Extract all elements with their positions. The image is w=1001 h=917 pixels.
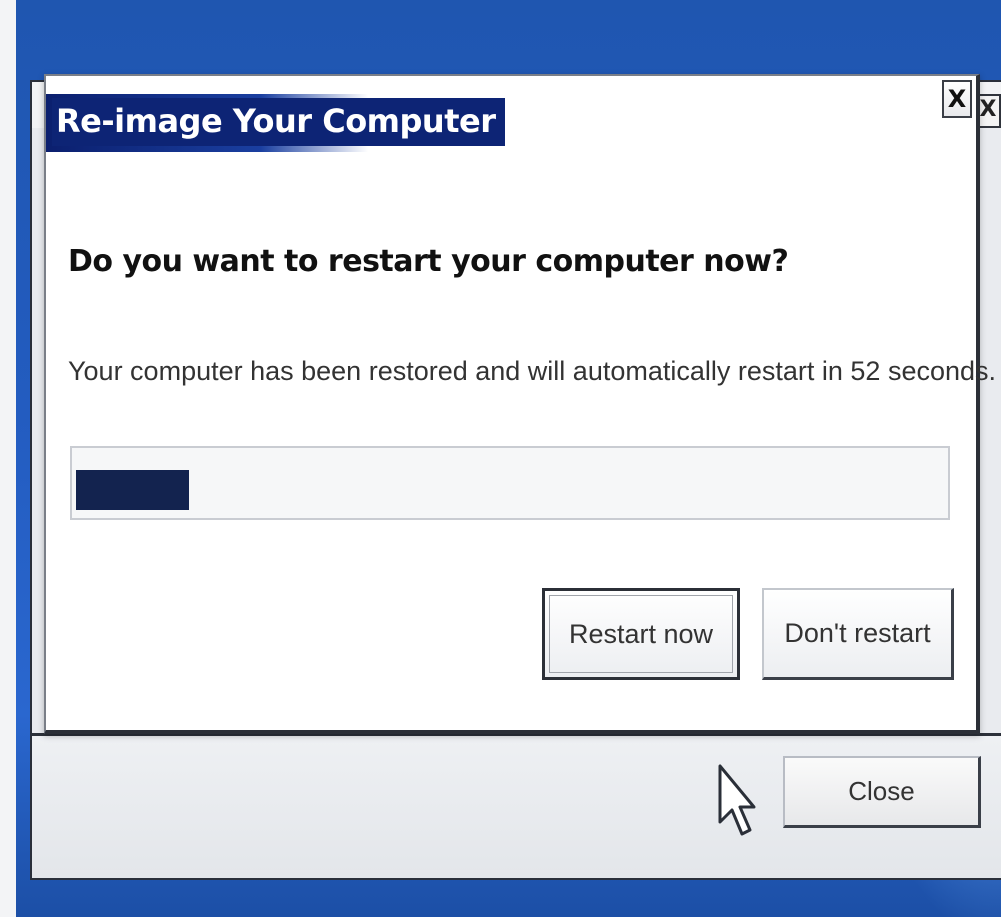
close-icon[interactable]: X [942,80,972,118]
restart-now-button[interactable]: Restart now [542,588,740,680]
dialog-message: Your computer has been restored and will… [68,356,997,386]
dialog-heading: Do you want to restart your computer now… [68,244,789,279]
mouse-pointer-icon [718,764,756,836]
restart-progress-bar [70,446,950,520]
screen: X Close Re-image Your Computer X Do you … [0,0,1001,917]
close-button[interactable]: Close [783,756,981,828]
dont-restart-button[interactable]: Don't restart [762,588,954,680]
reimage-dialog: Re-image Your Computer X Do you want to … [44,74,996,734]
background-window-footer: Close [32,733,1001,878]
progress-fill [76,470,189,510]
dialog-title: Re-image Your Computer [52,98,506,146]
dialog-titlebar: Re-image Your Computer X [46,76,976,158]
